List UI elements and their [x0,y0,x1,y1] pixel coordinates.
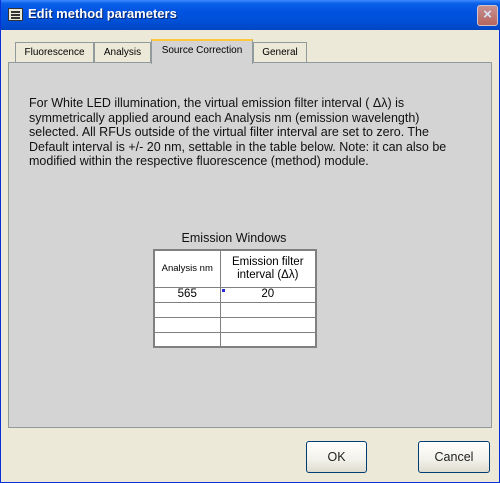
title-bar[interactable]: Edit method parameters × [1,0,500,30]
table-cell[interactable]: 20 [219,286,317,303]
table-header-row: Analysis nm Emission filter interval (Δλ… [153,249,317,288]
table-row[interactable] [153,301,317,318]
table-cell[interactable]: 565 [153,286,221,303]
table-row[interactable] [153,316,317,333]
ok-button[interactable]: OK [306,441,367,473]
tab-general[interactable]: General [253,42,307,64]
emission-windows-title: Emission Windows [181,231,287,245]
close-button[interactable]: × [477,5,498,26]
table-cell[interactable] [153,301,221,318]
tab-analysis[interactable]: Analysis [94,42,151,64]
close-icon: × [483,6,492,23]
window-title: Edit method parameters [28,6,177,21]
column-header-analysis-nm: Analysis nm [153,249,221,288]
tab-label: Fluorescence [24,47,85,58]
table-row[interactable]: 565 20 [153,286,317,303]
table-cell[interactable] [219,331,317,348]
table-row[interactable] [153,331,317,348]
tab-label: Analysis [103,47,142,58]
table-cell[interactable] [153,316,221,333]
column-header-emission-filter-interval: Emission filter interval (Δλ) [219,249,317,288]
tab-label: General [262,47,298,58]
tab-fluorescence[interactable]: Fluorescence [15,42,94,64]
dialog-window: Edit method parameters × Fluorescence An… [0,0,500,483]
cancel-button[interactable]: Cancel [418,441,490,473]
emission-windows-table[interactable]: Analysis nm Emission filter interval (Δλ… [153,249,317,348]
info-text: For White LED illumination, the virtual … [29,96,447,168]
tab-source-correction[interactable]: Source Correction [151,39,253,64]
app-icon [8,8,23,21]
table-cell[interactable] [219,316,317,333]
table-cell[interactable] [153,331,221,348]
tab-label: Source Correction [161,45,243,56]
table-cell[interactable] [219,301,317,318]
